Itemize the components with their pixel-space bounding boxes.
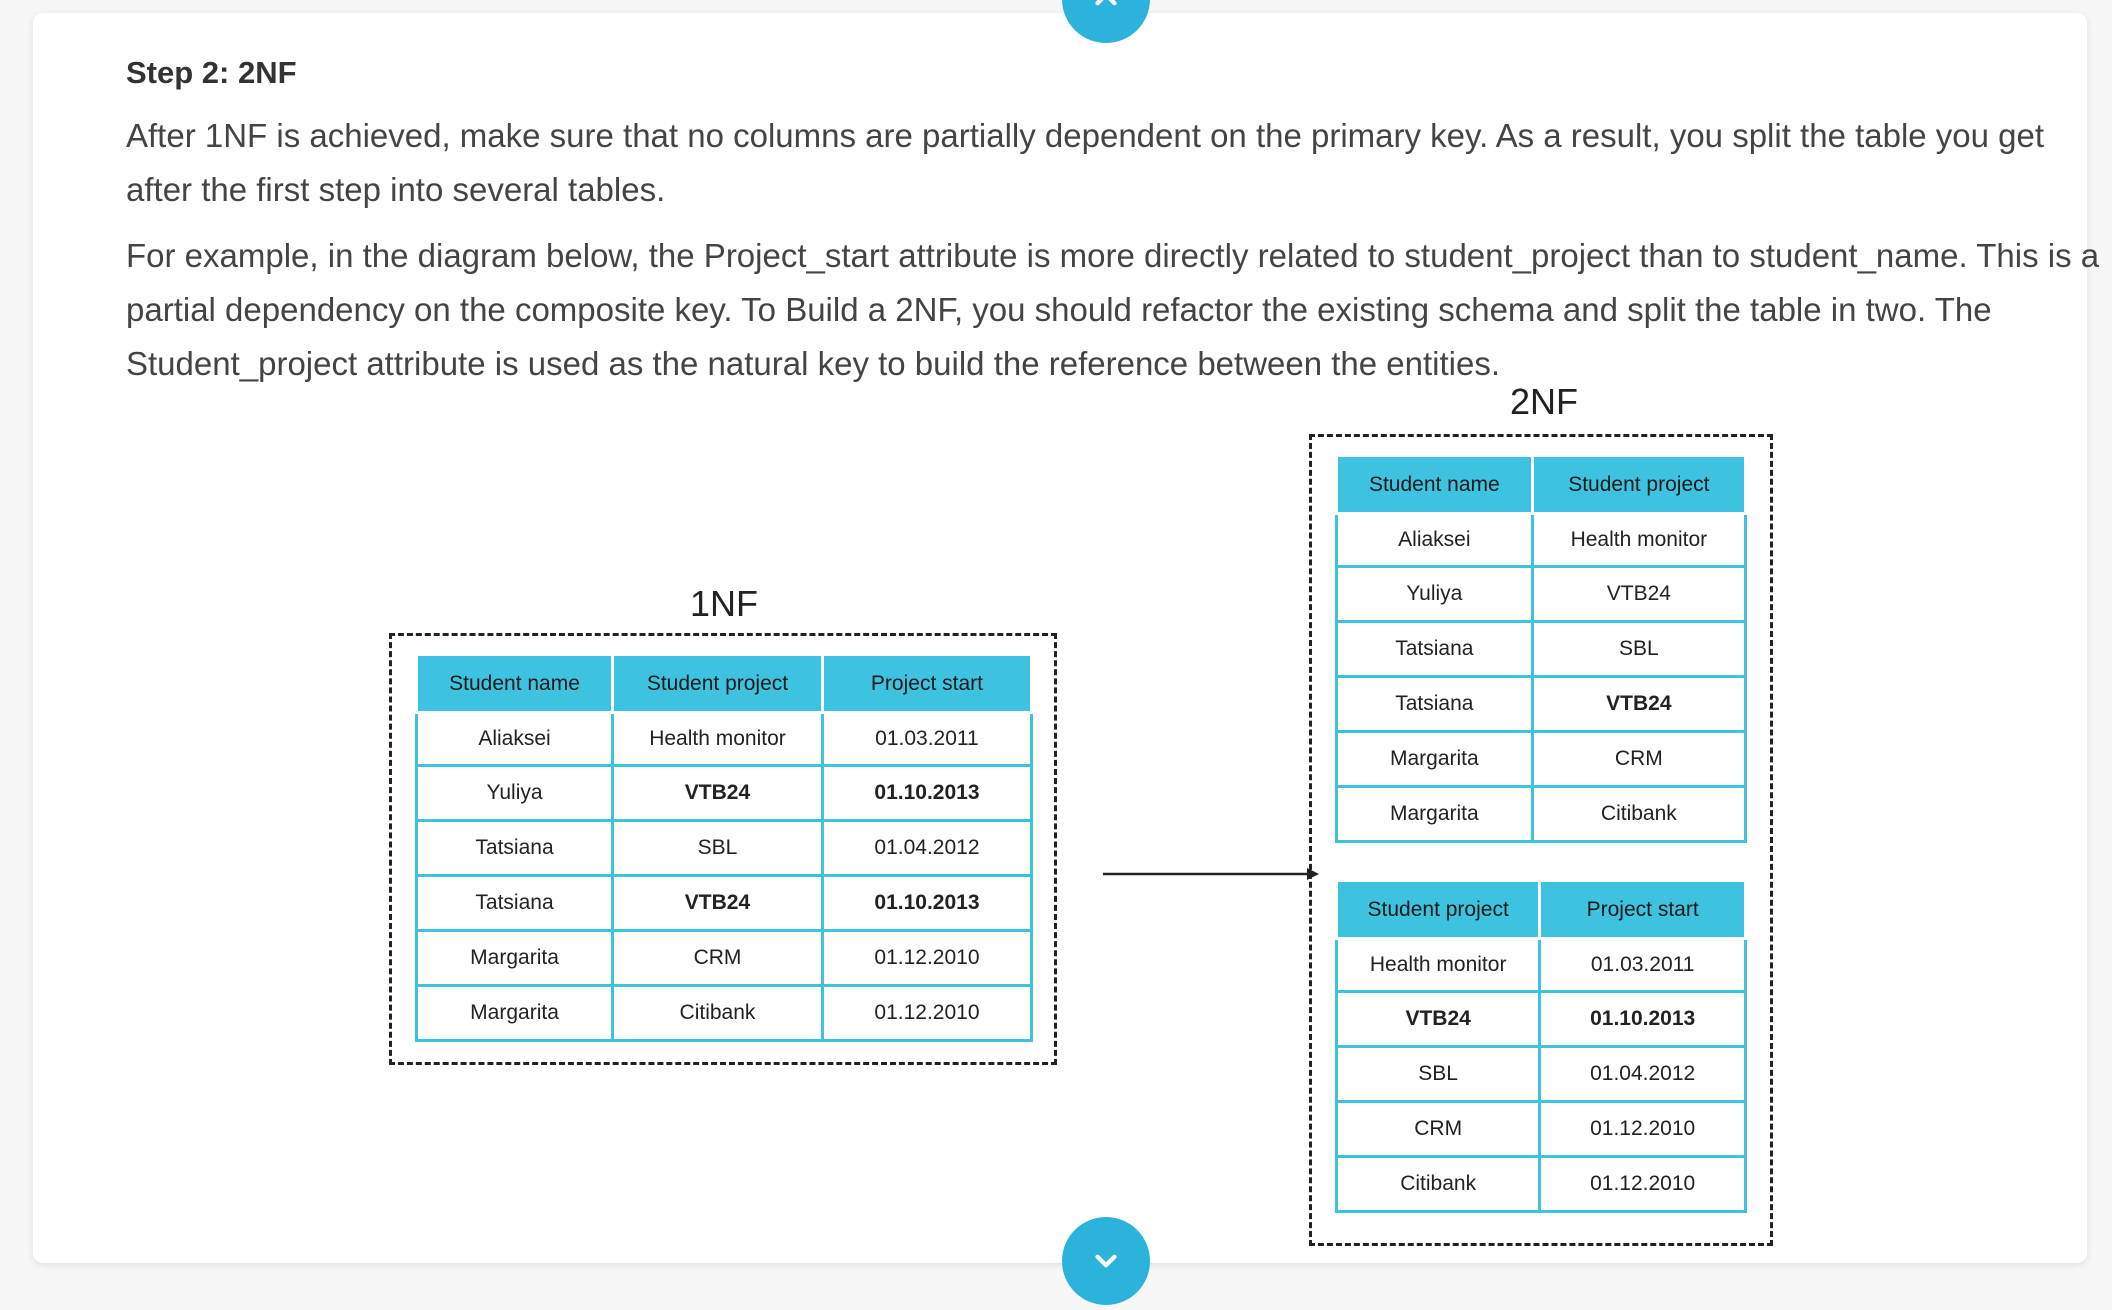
table-row: Yuliya VTB24: [1335, 565, 1748, 623]
table-row: VTB24 01.10.2013: [1334, 990, 1747, 1048]
table-2nf-projects: Student project Project start Health moni…: [1334, 879, 1747, 1213]
step-heading: Step 2: 2NF: [126, 55, 297, 90]
column-header: Project start: [1538, 879, 1747, 940]
table-cell: Aliaksei: [414, 711, 615, 767]
column-header: Student name: [1335, 454, 1534, 515]
table-row: CRM 01.12.2010: [1334, 1100, 1747, 1158]
content-card: Step 2: 2NF After 1NF is achieved, make …: [33, 0, 2099, 1305]
table-cell: CRM: [611, 929, 824, 987]
label-2nf: 2NF: [1509, 381, 1578, 422]
column-header: Student name: [414, 653, 615, 714]
table-cell: VTB24: [1334, 990, 1542, 1048]
table-cell: Yuliya: [414, 764, 615, 822]
column-header: Student project: [611, 653, 824, 714]
column-header: Student project: [1334, 879, 1542, 940]
table-cell: VTB24: [611, 874, 824, 932]
table-row: Aliaksei Health monitor 01.03.2011: [414, 711, 1034, 767]
table-cell: Citibank: [1334, 1155, 1542, 1213]
table-cell: Citibank: [611, 984, 824, 1042]
table-cell: Tatsiana: [414, 874, 615, 932]
table-cell: 01.12.2010: [820, 984, 1034, 1042]
column-header: Student project: [1530, 454, 1748, 515]
table-cell: Aliaksei: [1335, 512, 1534, 568]
table-row: Health monitor 01.03.2011: [1334, 937, 1747, 993]
table-row: Yuliya VTB24 01.10.2013: [414, 764, 1034, 822]
table-cell: 01.10.2013: [1538, 990, 1747, 1048]
table-cell: Tatsiana: [414, 819, 615, 877]
chevron-down-icon: [1095, 1254, 1117, 1268]
table-cell: 01.12.2010: [1538, 1155, 1747, 1213]
table-row: Aliaksei Health monitor: [1335, 512, 1748, 568]
chevron-up-icon: [1095, 0, 1117, 6]
table-cell: 01.12.2010: [1538, 1100, 1747, 1158]
table-cell: Health monitor: [611, 711, 824, 767]
table-row: Tatsiana VTB24 01.10.2013: [414, 874, 1034, 932]
table-cell: 01.04.2012: [820, 819, 1034, 877]
table-cell: Margarita: [1335, 785, 1534, 843]
table-cell: Tatsiana: [1335, 620, 1534, 678]
table-cell: Citibank: [1530, 785, 1748, 843]
table-row: Tatsiana SBL 01.04.2012: [414, 819, 1034, 877]
table-cell: 01.04.2012: [1538, 1045, 1747, 1103]
column-header: Project start: [820, 653, 1034, 714]
table-2nf-students: Student name Student project Aliaksei Heal…: [1335, 454, 1748, 843]
label-1nf: 1NF: [689, 583, 758, 624]
table-1nf: Student name Student project Project start…: [414, 653, 1034, 1042]
table-cell: SBL: [1530, 620, 1748, 678]
table-row: Margarita Citibank: [1335, 785, 1748, 843]
scroll-down-button[interactable]: [1062, 1217, 1150, 1305]
table-cell: Health monitor: [1530, 512, 1748, 568]
table-row: Citibank 01.12.2010: [1334, 1155, 1747, 1213]
table-cell: CRM: [1334, 1100, 1542, 1158]
table-cell: VTB24: [1530, 565, 1748, 623]
table-row: SBL 01.04.2012: [1334, 1045, 1747, 1103]
table-cell: Tatsiana: [1335, 675, 1534, 733]
table-row: Margarita CRM: [1335, 730, 1748, 788]
arrow-right-icon: [1103, 868, 1319, 880]
table-cell: 01.10.2013: [820, 764, 1034, 822]
table-cell: VTB24: [611, 764, 824, 822]
table-cell: Margarita: [414, 984, 615, 1042]
table-row: Tatsiana VTB24: [1335, 675, 1748, 733]
table-cell: VTB24: [1530, 675, 1748, 733]
table-cell: 01.12.2010: [820, 929, 1034, 987]
table-cell: CRM: [1530, 730, 1748, 788]
table-cell: 01.03.2011: [820, 711, 1034, 767]
table-cell: 01.03.2011: [1538, 937, 1747, 993]
table-cell: SBL: [611, 819, 824, 877]
table-cell: Yuliya: [1335, 565, 1534, 623]
table-cell: 01.10.2013: [820, 874, 1034, 932]
paragraph-example: For example, in the diagram below, the P…: [126, 237, 2100, 382]
table-cell: Margarita: [414, 929, 615, 987]
table-row: Margarita CRM 01.12.2010: [414, 929, 1034, 987]
table-cell: Health monitor: [1334, 937, 1542, 993]
table-row: Tatsiana SBL: [1335, 620, 1748, 678]
table-row: Margarita Citibank 01.12.2010: [414, 984, 1034, 1042]
table-cell: SBL: [1334, 1045, 1542, 1103]
table-cell: Margarita: [1335, 730, 1534, 788]
scroll-up-button[interactable]: [1062, 0, 1150, 43]
paragraph-intro: After 1NF is achieved, make sure that no…: [126, 117, 2045, 208]
